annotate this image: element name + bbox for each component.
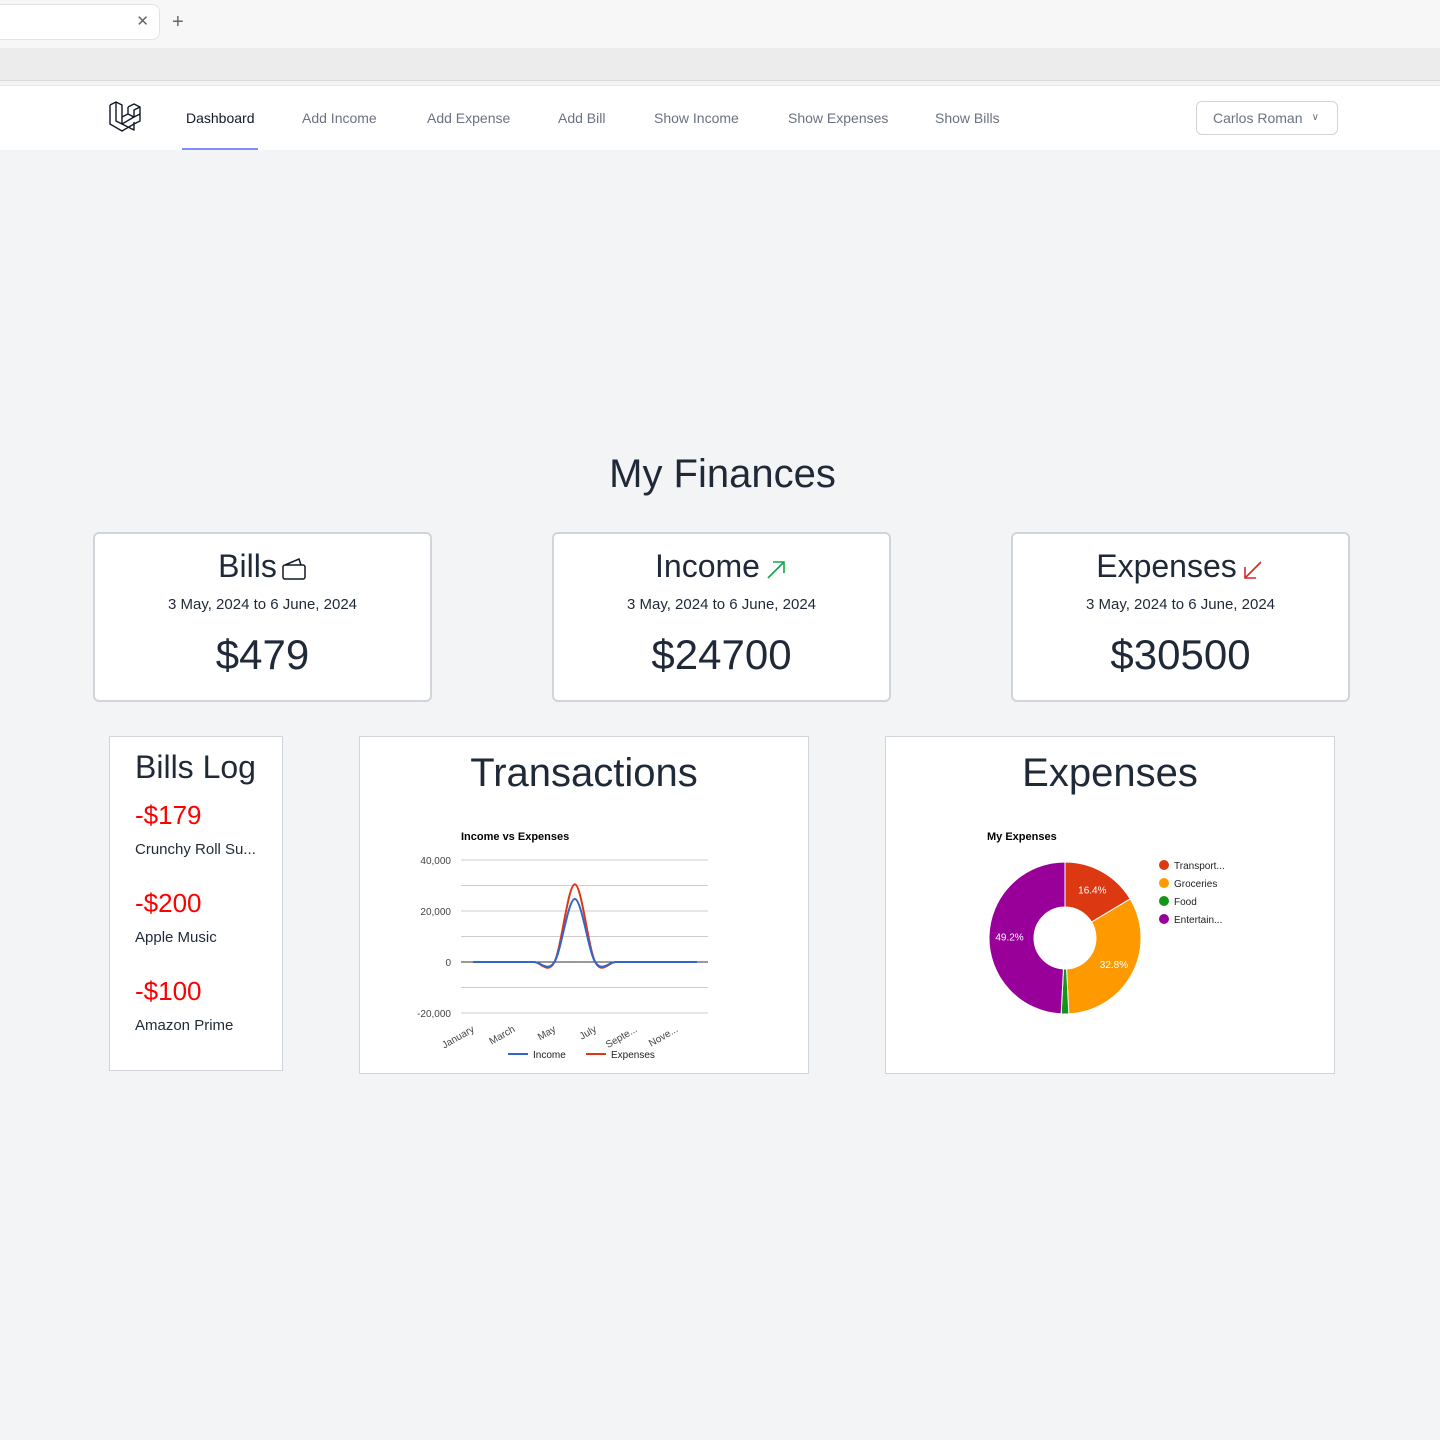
bills-card-title-row: Bills <box>95 546 430 586</box>
bills-log-item: -$100 Amazon Prime <box>135 976 282 1034</box>
bills-card-amount: $479 <box>215 631 310 678</box>
expenses-card-date-range: 3 May, 2024 to 6 June, 2024 <box>1085 596 1276 613</box>
bill-amount: -$179 <box>135 800 202 830</box>
close-tab-icon[interactable]: ✕ <box>136 12 149 32</box>
legend-swatch <box>1159 914 1169 924</box>
top-navigation: Dashboard Add Income Add Expense Add Bil… <box>0 85 1440 150</box>
legend-label: Expenses <box>611 1050 655 1061</box>
income-card-date-range: 3 May, 2024 to 6 June, 2024 <box>626 596 817 613</box>
chevron-down-icon: ∨ <box>1311 112 1319 123</box>
income-card-title: Income <box>655 548 760 584</box>
bills-card-date-range: 3 May, 2024 to 6 June, 2024 <box>167 596 358 613</box>
bills-card-title: Bills <box>218 548 277 584</box>
y-tick-label: 40,000 <box>420 856 451 867</box>
pie-chart-title: My Expenses <box>987 831 1057 843</box>
bill-name: Amazon Prime <box>135 1017 234 1034</box>
browser-tab-strip: ✕ + <box>0 0 1440 48</box>
nav-add-income[interactable]: Add Income <box>302 86 377 150</box>
page-title: My Finances <box>609 452 836 496</box>
nav-add-expense[interactable]: Add Expense <box>427 86 510 150</box>
laravel-logo-icon[interactable] <box>108 100 142 136</box>
bill-amount: -$200 <box>135 888 202 918</box>
wallet-icon <box>282 557 306 580</box>
expenses-summary-card: Expenses 3 May, 2024 to 6 June, 2024 $30… <box>1011 532 1350 702</box>
arrow-down-left-icon <box>1243 561 1262 579</box>
income-vs-expenses-chart[interactable]: Income vs Expenses 40,00020,0000-20,000 … <box>360 823 808 1073</box>
y-tick-label: 20,000 <box>420 907 451 918</box>
nav-add-bill[interactable]: Add Bill <box>558 86 605 150</box>
income-card-amount: $24700 <box>651 631 792 678</box>
active-tab-underline <box>182 148 258 150</box>
bills-log-item: -$200 Apple Music <box>135 888 282 946</box>
x-tick-label: March <box>488 1024 518 1047</box>
nav-show-bills[interactable]: Show Bills <box>935 86 1000 150</box>
slice-percent-label: 32.8% <box>1100 960 1128 971</box>
slice-percent-label: 49.2% <box>995 933 1023 944</box>
y-tick-label: 0 <box>445 958 451 969</box>
legend-label: Income <box>533 1050 566 1061</box>
x-tick-label: Septe... <box>604 1024 639 1051</box>
transactions-panel: Transactions Income vs Expenses 40,000 20… <box>359 736 809 1074</box>
legend-swatch <box>1159 878 1169 888</box>
line-chart-title: Income vs Expenses <box>461 831 569 843</box>
donut-slice[interactable] <box>1066 898 1142 1015</box>
expenses-card-title-row: Expenses <box>1013 546 1348 586</box>
legend-swatch <box>1159 896 1169 906</box>
bill-amount: -$100 <box>135 976 202 1006</box>
slice-percent-label: 16.4% <box>1078 886 1106 897</box>
transactions-title: Transactions <box>470 751 698 795</box>
x-tick-label: July <box>578 1024 599 1042</box>
bills-log-item: -$179 Crunchy Roll Su... <box>135 800 282 858</box>
series-line-income[interactable] <box>473 898 697 968</box>
legend-label: Groceries <box>1174 879 1217 890</box>
new-tab-icon[interactable]: + <box>172 10 184 34</box>
bills-summary-card: Bills 3 May, 2024 to 6 June, 2024 $479 <box>93 532 432 702</box>
expenses-panel: Expenses My Expenses 16.4% 32.8% 49.2% Tra… <box>885 736 1335 1074</box>
x-tick-label: January <box>440 1024 476 1051</box>
x-tick-label: Nove... <box>647 1024 680 1049</box>
legend-label: Entertain... <box>1174 915 1222 926</box>
y-tick-label: -20,000 <box>417 1009 451 1020</box>
my-expenses-donut-chart[interactable]: My Expenses 16.4% 32.8% 49.2% Transport...… <box>886 823 1334 1073</box>
browser-tab[interactable]: ✕ <box>0 4 160 40</box>
x-tick-label: May <box>536 1024 558 1043</box>
legend-swatch <box>1159 860 1169 870</box>
expenses-card-amount: $30500 <box>1110 631 1251 678</box>
nav-dashboard[interactable]: Dashboard <box>186 86 255 150</box>
bill-name: Crunchy Roll Su... <box>135 841 256 858</box>
expenses-panel-title: Expenses <box>1022 751 1198 795</box>
nav-show-income[interactable]: Show Income <box>654 86 739 150</box>
legend-label: Food <box>1174 897 1197 908</box>
income-card-title-row: Income <box>554 546 889 586</box>
legend-label: Transport... <box>1174 861 1225 872</box>
income-summary-card: Income 3 May, 2024 to 6 June, 2024 $2470… <box>552 532 891 702</box>
expenses-card-title: Expenses <box>1096 548 1237 584</box>
user-dropdown-button[interactable]: Carlos Roman ∨ <box>1196 101 1338 135</box>
bill-name: Apple Music <box>135 929 217 946</box>
user-name: Carlos Roman <box>1213 110 1303 126</box>
bills-log-title: Bills Log <box>135 749 256 785</box>
nav-show-expenses[interactable]: Show Expenses <box>788 86 888 150</box>
bills-log-panel: Bills Log -$179 Crunchy Roll Su... -$200… <box>109 736 283 1071</box>
browser-toolbar <box>0 48 1440 81</box>
arrow-up-right-icon <box>767 561 785 579</box>
